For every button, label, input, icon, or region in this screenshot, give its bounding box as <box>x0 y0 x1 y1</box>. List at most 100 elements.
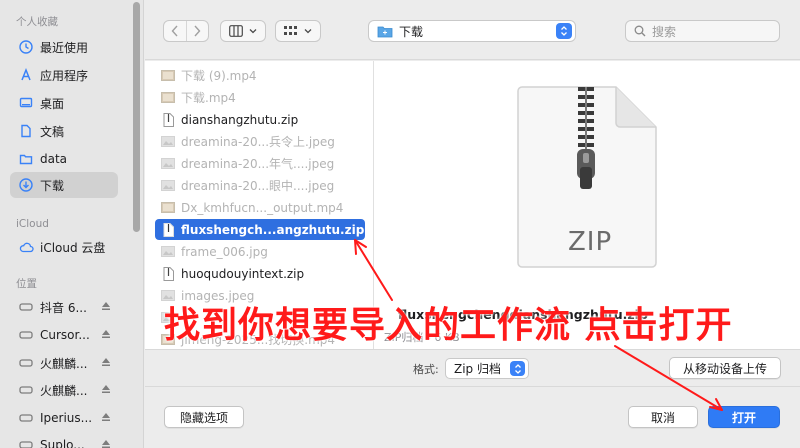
video-file-icon <box>161 90 175 105</box>
search-placeholder: 搜索 <box>652 24 677 39</box>
file-row[interactable]: dreamina-20...年气....jpeg <box>155 153 365 174</box>
up-down-stepper-icon <box>510 361 525 376</box>
open-button[interactable]: 打开 <box>708 406 780 428</box>
file-name: Dx_kmhfucn..._output.mp4 <box>181 200 344 215</box>
search-field[interactable]: 搜索 <box>625 20 780 42</box>
sidebar-item-label: data <box>40 152 68 166</box>
forward-button[interactable] <box>185 21 209 41</box>
file-name: 下载 (9).mp4 <box>181 69 257 83</box>
format-bar: 格式: Zip 归档 从移动设备上传 <box>145 349 800 387</box>
drive-icon <box>18 437 34 448</box>
search-icon <box>634 25 646 37</box>
sidebar-item-label: 最近使用 <box>40 40 89 55</box>
group-button[interactable] <box>275 20 321 42</box>
video-file-icon <box>161 200 175 215</box>
chevron-down-icon <box>304 29 312 34</box>
file-row[interactable]: frame_006.jpg <box>155 241 365 262</box>
image-file-icon <box>161 134 175 149</box>
file-row[interactable]: Dx_kmhfucn..._output.mp4 <box>155 197 365 218</box>
chevron-left-icon <box>171 25 178 37</box>
file-name: 下载.mp4 <box>181 91 236 105</box>
drive-icon <box>18 410 34 426</box>
upload-from-device-button[interactable]: 从移动设备上传 <box>669 357 781 379</box>
sidebar-scrollbar[interactable] <box>133 2 140 232</box>
sidebar-item-label: 文稿 <box>40 124 65 139</box>
sidebar-item-label: Iperius... <box>40 411 93 425</box>
clock-icon <box>18 39 34 55</box>
sidebar-item-location[interactable]: Iperius... <box>10 405 118 431</box>
applications-icon <box>18 67 34 83</box>
back-button[interactable] <box>164 21 186 41</box>
zip-badge: ZIP <box>568 227 613 257</box>
image-file-icon <box>161 244 175 259</box>
eject-icon[interactable] <box>100 411 112 423</box>
file-name: frame_006.jpg <box>181 244 268 259</box>
sidebar-item-label: 火麒麟... <box>40 356 88 371</box>
folder-icon <box>18 151 34 167</box>
file-row[interactable]: dreamina-20...眼中....jpeg <box>155 175 365 196</box>
sidebar-item-label: 桌面 <box>40 96 65 111</box>
format-dropdown[interactable]: Zip 归档 <box>445 358 529 379</box>
cancel-button[interactable]: 取消 <box>628 406 698 428</box>
folder-icon <box>377 26 393 37</box>
file-row[interactable]: 下载 (9).mp4 <box>155 65 365 86</box>
up-down-stepper-icon <box>556 23 572 39</box>
sidebar-item-label: 火麒麟... <box>40 383 88 398</box>
sidebar-item-label: 应用程序 <box>40 68 89 83</box>
format-label: 格式: <box>413 363 439 376</box>
location-dropdown[interactable]: 下载 <box>368 20 576 42</box>
download-icon <box>18 177 34 193</box>
eject-icon[interactable] <box>100 328 112 340</box>
file-row[interactable]: fluxshengch...angzhutu.zip <box>155 219 365 240</box>
image-file-icon <box>161 178 175 193</box>
sidebar-item-label: Suplo... <box>40 438 85 448</box>
file-row[interactable]: 下载.mp4 <box>155 87 365 108</box>
sidebar-item-location[interactable]: Cursor... <box>10 322 118 348</box>
eject-icon[interactable] <box>100 383 112 395</box>
eject-icon[interactable] <box>100 438 112 448</box>
file-row[interactable]: dreamina-20...兵令上.jpeg <box>155 131 365 152</box>
file-row[interactable]: huoqudouyintext.zip <box>155 263 365 284</box>
image-file-icon <box>161 156 175 171</box>
file-row[interactable]: dianshangzhutu.zip <box>155 109 365 130</box>
desktop-icon <box>18 95 34 111</box>
grid-icon <box>284 26 297 35</box>
sidebar-item-documents[interactable]: 文稿 <box>10 118 118 144</box>
eject-icon[interactable] <box>100 356 112 368</box>
document-icon <box>18 123 34 139</box>
format-value: Zip 归档 <box>454 362 501 376</box>
sidebar-item-desktop[interactable]: 桌面 <box>10 90 118 116</box>
sidebar-item-label: 抖音 6... <box>40 300 87 315</box>
sidebar: 个人收藏 最近使用 应用程序 桌面 文稿 data 下载 iCloud iClo… <box>0 0 144 448</box>
eject-icon[interactable] <box>100 300 112 312</box>
file-name: dianshangzhutu.zip <box>181 112 299 127</box>
toolbar: 下载 搜索 <box>145 0 800 60</box>
sidebar-item-location[interactable]: 火麒麟... <box>10 350 118 376</box>
sidebar-item-applications[interactable]: 应用程序 <box>10 62 118 88</box>
icloud-header: iCloud <box>16 218 49 230</box>
drive-icon <box>18 382 34 398</box>
favorites-header: 个人收藏 <box>16 16 58 28</box>
locations-header: 位置 <box>16 278 37 290</box>
sidebar-item-downloads[interactable]: 下载 <box>10 172 118 198</box>
drive-icon <box>18 299 34 315</box>
sidebar-item-location[interactable]: 抖音 6... <box>10 294 118 320</box>
sidebar-item-label: Cursor... <box>40 328 90 342</box>
file-name: fluxshengch...angzhutu.zip <box>181 222 365 237</box>
annotation-text: 找到你想要导入的工作流 点击打开 <box>164 305 733 346</box>
zip-file-icon <box>161 112 175 127</box>
file-name: dreamina-20...年气....jpeg <box>181 157 335 171</box>
video-file-icon <box>161 68 175 83</box>
sidebar-item-location[interactable]: 火麒麟... <box>10 377 118 403</box>
sidebar-item-data[interactable]: data <box>10 146 118 172</box>
view-mode-button[interactable] <box>220 20 266 42</box>
drive-icon <box>18 355 34 371</box>
hide-options-button[interactable]: 隐藏选项 <box>164 406 244 428</box>
sidebar-item-label: 下载 <box>40 178 65 193</box>
chevron-right-icon <box>194 25 201 37</box>
file-name: dreamina-20...兵令上.jpeg <box>181 135 335 149</box>
sidebar-item-icloud-drive[interactable]: iCloud 云盘 <box>10 234 118 260</box>
sidebar-item-recents[interactable]: 最近使用 <box>10 34 118 60</box>
sidebar-item-location[interactable]: Suplo... <box>10 432 118 448</box>
columns-view-icon <box>229 25 243 37</box>
